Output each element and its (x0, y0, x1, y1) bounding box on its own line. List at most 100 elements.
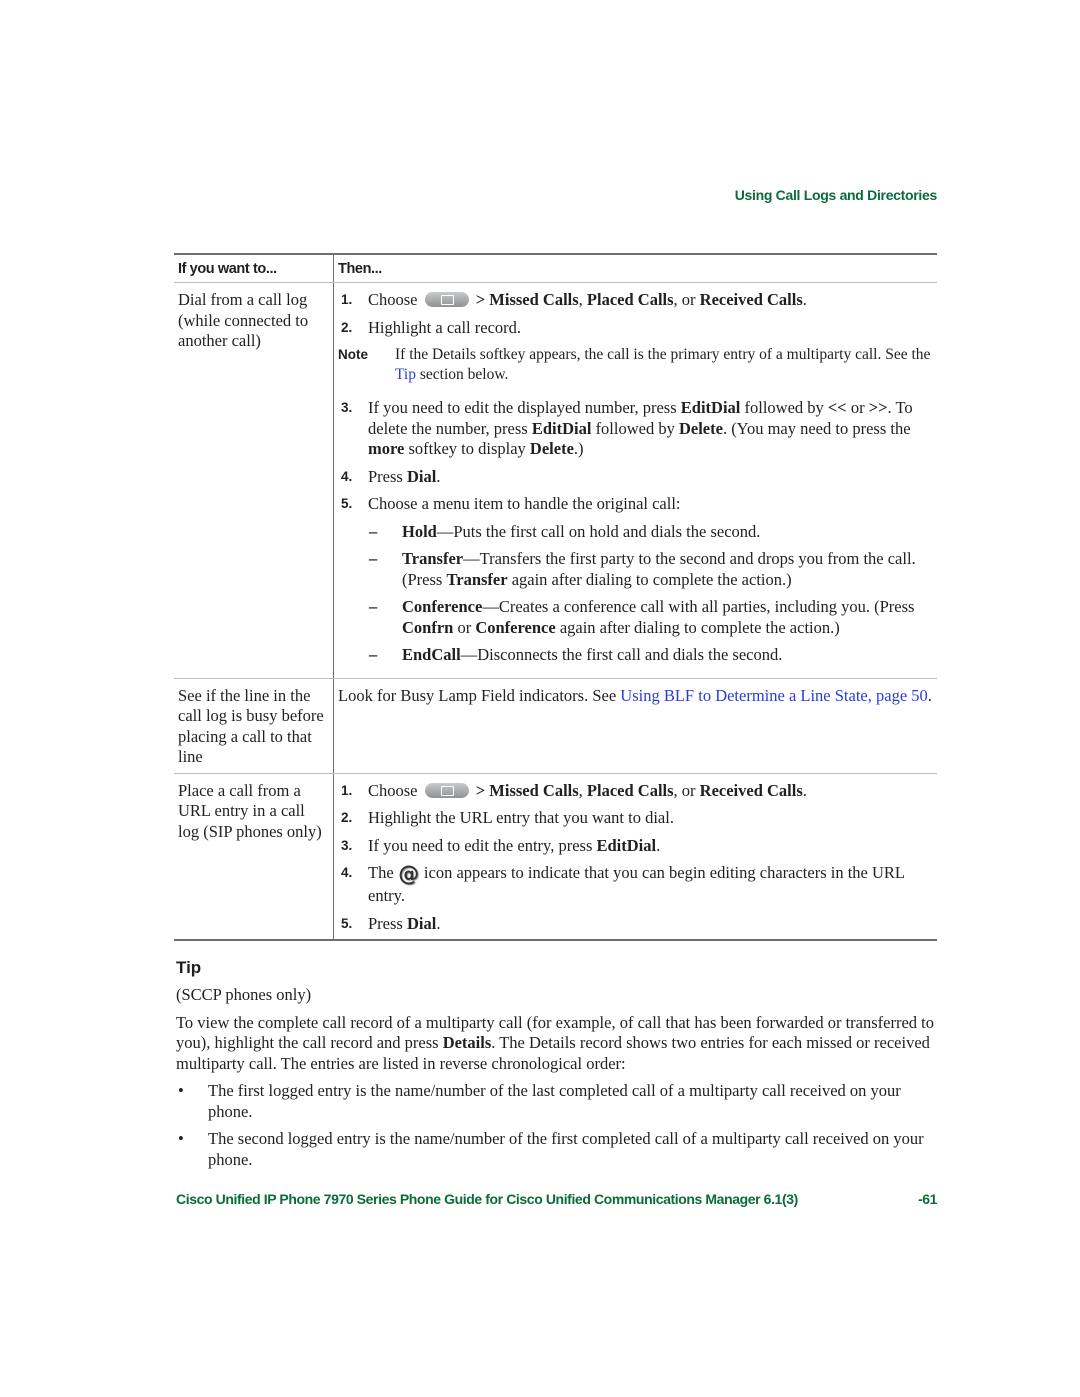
step-text: Press Dial. (368, 467, 440, 488)
softkey-editdial: EditDial (680, 398, 741, 417)
text: —Puts the first call on hold and dials t… (436, 521, 761, 541)
softkey-endcall: EndCall (402, 645, 461, 664)
dash-bullet: – (369, 597, 378, 616)
row-steps: 1. Choose > Missed Calls, Placed Calls, … (333, 282, 937, 679)
step-text: Choose > Missed Calls, Placed Calls, or … (368, 290, 807, 311)
menu-separator: > (471, 780, 490, 800)
sub-option-hold: – Hold—Puts the first call on hold and d… (338, 522, 933, 543)
step-1: 1. Choose > Missed Calls, Placed Calls, … (338, 290, 933, 311)
text: , or (673, 290, 700, 309)
tip-subtitle: (SCCP phones only) (176, 985, 312, 1004)
step-number: 5. (341, 915, 353, 931)
text: followed by (591, 418, 679, 438)
step-text: If you need to edit the displayed number… (368, 398, 933, 460)
menu-placed-calls: Placed Calls (586, 780, 674, 800)
softkey-conference: Conference (475, 617, 556, 637)
text: . (You may need to press the (722, 418, 911, 438)
note-label: Note (338, 347, 368, 362)
sub-options: – Hold—Puts the first call on hold and d… (338, 522, 933, 666)
text: icon appears to indicate that you can be… (368, 863, 905, 905)
softkey-conference: Conference (402, 597, 483, 616)
text: If the Details softkey appears, the call… (395, 346, 931, 363)
step-number: 3. (341, 837, 353, 853)
step-text: Highlight the URL entry that you want to… (368, 808, 674, 827)
list-item-text: The first logged entry is the name/numbe… (208, 1081, 901, 1121)
tip-section: Tip (SCCP phones only) To view the compl… (176, 958, 938, 1177)
text: . (802, 290, 807, 309)
step-number: 2. (341, 319, 353, 335)
step-number: 1. (341, 292, 353, 307)
sub-option-transfer: – Transfer—Transfers the first party to … (338, 549, 933, 590)
text: Look for Busy Lamp Field indicators. See (338, 685, 621, 705)
text: , (578, 290, 587, 309)
footer-title: Cisco Unified IP Phone 7970 Series Phone… (176, 1191, 798, 1207)
text: . (656, 835, 661, 855)
softkey-dial: Dial (406, 466, 437, 486)
directories-button-icon (424, 782, 469, 798)
header-if-you-want-to: If you want to... (174, 253, 334, 283)
steps-table: If you want to... Then... Dial from a ca… (174, 253, 937, 941)
sub-text: EndCall—Disconnects the first call and d… (402, 645, 782, 666)
tip-link[interactable]: Tip (395, 366, 416, 383)
row-task: See if the line in the call log is busy … (174, 678, 334, 774)
running-header: Using Call Logs and Directories (734, 187, 938, 203)
step-text: Choose a menu item to handle the origina… (368, 494, 681, 513)
step-4: 4. Press Dial. (338, 467, 933, 488)
at-sign-icon: @ (398, 862, 420, 886)
step-text: Choose > Missed Calls, Placed Calls, or … (368, 781, 807, 802)
table-row: Place a call from a URL entry in a call … (174, 773, 937, 941)
step-text: Highlight a call record. (368, 317, 522, 337)
row-steps: 1. Choose > Missed Calls, Placed Calls, … (333, 773, 937, 941)
text: Press (368, 466, 407, 486)
text: Choose (368, 290, 418, 309)
blf-page-link[interactable]: Using BLF to Determine a Line State, pag… (620, 686, 927, 705)
dash-bullet: – (369, 521, 378, 541)
step-2: 2. Highlight the URL entry that you want… (338, 808, 933, 829)
step-number: 3. (341, 400, 353, 415)
text: .) (573, 439, 584, 458)
step-5: 5. Choose a menu item to handle the orig… (338, 494, 933, 515)
text: . (802, 780, 807, 800)
softkey-editdial: EditDial (596, 835, 657, 855)
text: . (436, 913, 441, 933)
dash-bullet: – (369, 549, 378, 568)
text: —Creates a conference call with all part… (482, 597, 915, 616)
dash-bullet: – (369, 645, 378, 664)
row-steps: Look for Busy Lamp Field indicators. See… (333, 678, 937, 774)
text: If you need to edit the entry, press (368, 835, 597, 855)
text: The (368, 863, 398, 882)
menu-received-calls: Received Calls (699, 290, 803, 309)
text: , (578, 780, 587, 800)
softkey-delete: Delete (678, 418, 723, 438)
step-number: 4. (341, 865, 353, 880)
row-task: Dial from a call log (while connected to… (174, 282, 334, 679)
step-3: 3. If you need to edit the entry, press … (338, 836, 933, 857)
softkey-back: << (827, 398, 847, 417)
text: softkey to display (404, 439, 530, 458)
tip-heading: Tip (176, 958, 202, 977)
softkey-hold: Hold (402, 521, 437, 541)
header-then: Then... (333, 253, 937, 283)
bullet-icon: • (178, 1129, 184, 1148)
menu-missed-calls: Missed Calls (489, 780, 579, 800)
text: , or (673, 780, 700, 800)
softkey-editdial: EditDial (531, 418, 592, 438)
step-3: 3. If you need to edit the displayed num… (338, 398, 933, 460)
step-2: 2. Highlight a call record. (338, 318, 933, 339)
sub-text: Hold—Puts the first call on hold and dia… (402, 522, 760, 543)
softkey-more: more (368, 439, 405, 458)
table-header-row: If you want to... Then... (174, 253, 937, 283)
menu-missed-calls: Missed Calls (489, 290, 579, 309)
softkey-forward: >> (868, 398, 888, 417)
page-number: -61 (917, 1191, 937, 1207)
text: followed by (740, 398, 828, 417)
note-text: If the Details softkey appears, the call… (395, 345, 933, 384)
directories-button-icon (424, 292, 469, 307)
softkey-transfer: Transfer (446, 569, 508, 589)
step-number: 5. (341, 496, 353, 511)
softkey-details: Details (442, 1033, 492, 1052)
table-row: Dial from a call log (while connected to… (174, 282, 937, 679)
text: section below. (415, 365, 509, 383)
list-item: • The second logged entry is the name/nu… (176, 1129, 938, 1170)
step-number: 4. (341, 468, 353, 484)
